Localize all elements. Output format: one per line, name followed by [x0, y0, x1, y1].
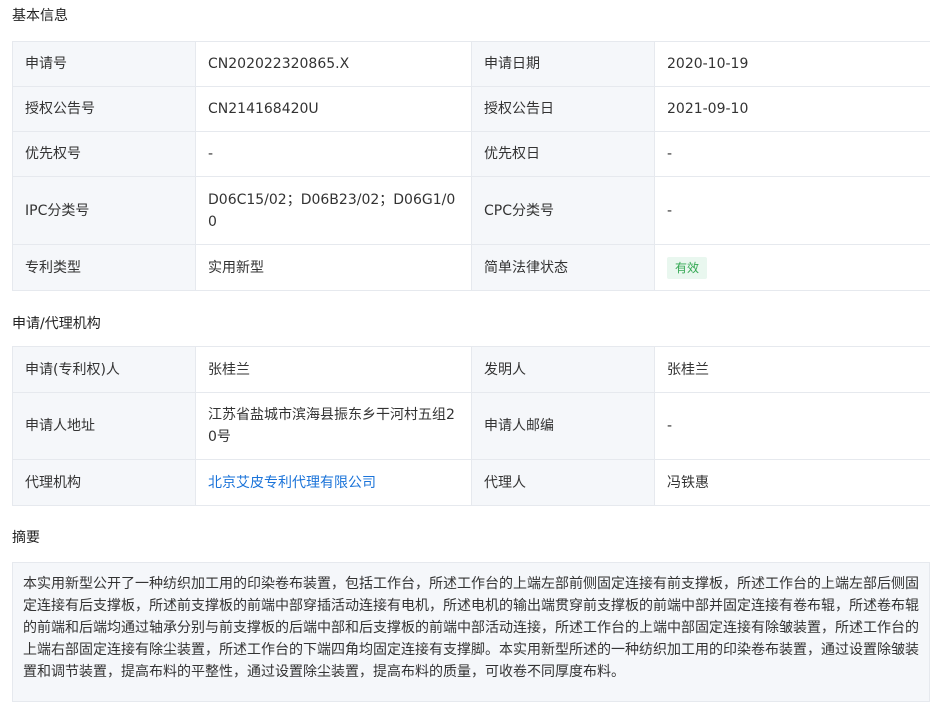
label-application-number: 申请号: [13, 42, 196, 87]
section-title-agency: 申请/代理机构: [12, 314, 101, 334]
section-title-abstract: 摘要: [12, 528, 40, 548]
label-applicant-postcode: 申请人邮编: [472, 393, 655, 460]
label-agent: 代理人: [472, 460, 655, 506]
status-badge: 有效: [667, 257, 707, 279]
table-row: 申请人地址 江苏省盐城市滨海县振东乡干河村五组20号 申请人邮编 -: [13, 393, 930, 460]
value-cpc: -: [655, 177, 930, 245]
label-priority-date: 优先权日: [472, 132, 655, 177]
value-priority-date: -: [655, 132, 930, 177]
table-row: IPC分类号 D06C15/02；D06B23/02；D06G1/00 CPC分…: [13, 177, 930, 245]
value-priority-number: -: [196, 132, 472, 177]
value-legal-status: 有效: [655, 245, 930, 291]
label-grant-number: 授权公告号: [13, 87, 196, 132]
table-row: 专利类型 实用新型 简单法律状态 有效: [13, 245, 930, 291]
label-legal-status: 简单法律状态: [472, 245, 655, 291]
value-application-date: 2020-10-19: [655, 42, 930, 87]
value-grant-number: CN214168420U: [196, 87, 472, 132]
table-row: 授权公告号 CN214168420U 授权公告日 2021-09-10: [13, 87, 930, 132]
value-applicant: 张桂兰: [196, 347, 472, 393]
abstract-text: 本实用新型公开了一种纺织加工用的印染卷布装置，包括工作台，所述工作台的上端左部前…: [12, 562, 930, 702]
value-inventor: 张桂兰: [655, 347, 930, 393]
label-agency: 代理机构: [13, 460, 196, 506]
agency-link[interactable]: 北京艾皮专利代理有限公司: [208, 475, 376, 491]
label-priority-number: 优先权号: [13, 132, 196, 177]
table-row: 申请号 CN202022320865.X 申请日期 2020-10-19: [13, 42, 930, 87]
label-patent-type: 专利类型: [13, 245, 196, 291]
table-row: 代理机构 北京艾皮专利代理有限公司 代理人 冯铁惠: [13, 460, 930, 506]
label-applicant: 申请(专利权)人: [13, 347, 196, 393]
value-applicant-address: 江苏省盐城市滨海县振东乡干河村五组20号: [196, 393, 472, 460]
label-grant-date: 授权公告日: [472, 87, 655, 132]
table-row: 申请(专利权)人 张桂兰 发明人 张桂兰: [13, 347, 930, 393]
label-application-date: 申请日期: [472, 42, 655, 87]
value-ipc: D06C15/02；D06B23/02；D06G1/00: [196, 177, 472, 245]
value-application-number: CN202022320865.X: [196, 42, 472, 87]
section-title-basic: 基本信息: [12, 6, 68, 26]
basic-info-table: 申请号 CN202022320865.X 申请日期 2020-10-19 授权公…: [12, 41, 930, 291]
agency-info-table: 申请(专利权)人 张桂兰 发明人 张桂兰 申请人地址 江苏省盐城市滨海县振东乡干…: [12, 346, 930, 506]
value-agent: 冯铁惠: [655, 460, 930, 506]
label-cpc: CPC分类号: [472, 177, 655, 245]
label-ipc: IPC分类号: [13, 177, 196, 245]
value-agency: 北京艾皮专利代理有限公司: [196, 460, 472, 506]
label-applicant-address: 申请人地址: [13, 393, 196, 460]
value-grant-date: 2021-09-10: [655, 87, 930, 132]
value-patent-type: 实用新型: [196, 245, 472, 291]
value-applicant-postcode: -: [655, 393, 930, 460]
label-inventor: 发明人: [472, 347, 655, 393]
table-row: 优先权号 - 优先权日 -: [13, 132, 930, 177]
